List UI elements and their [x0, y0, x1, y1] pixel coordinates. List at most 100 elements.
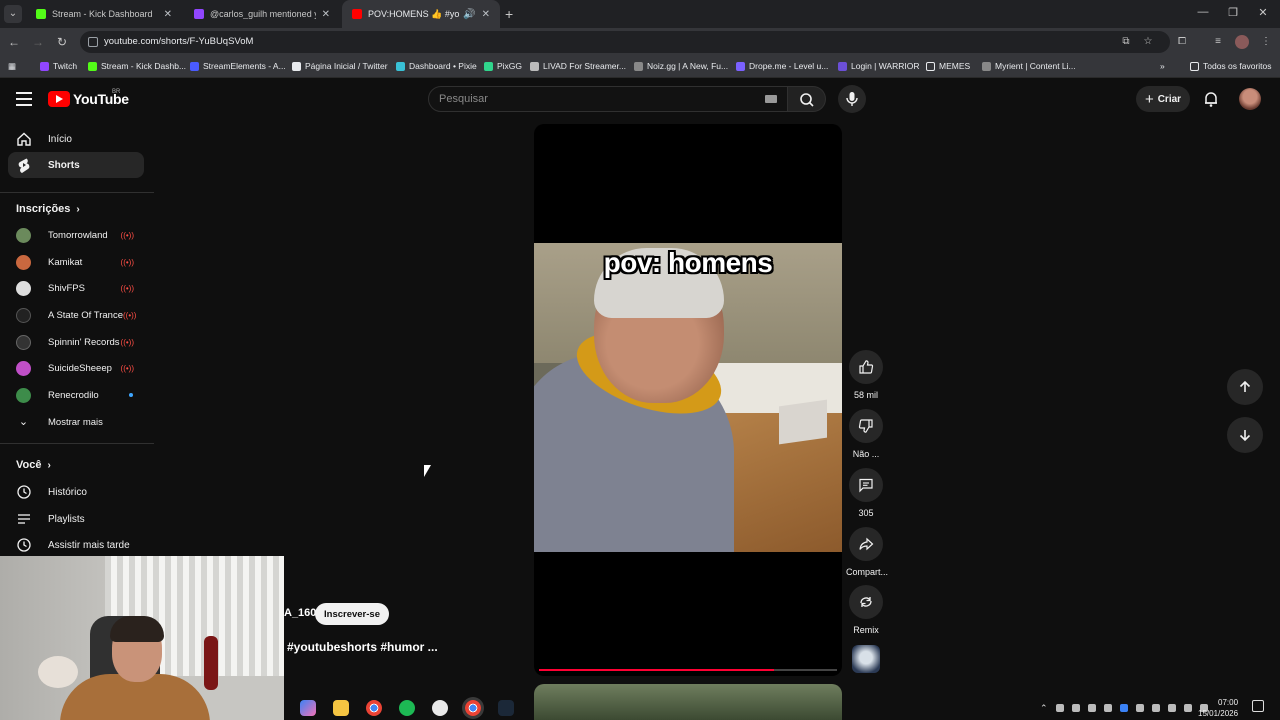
video-progress-bar[interactable]	[539, 669, 837, 671]
sidebar-divider	[0, 443, 154, 444]
minimize-button[interactable]: —	[1196, 6, 1210, 18]
bookmark-twitter[interactable]: Página Inicial / Twitter	[292, 61, 388, 71]
close-tab-icon[interactable]: ✕	[322, 9, 330, 20]
account-avatar[interactable]	[1239, 88, 1261, 110]
bookmark-drope[interactable]: Drope.me - Level u...	[736, 61, 828, 71]
microphone-icon	[846, 92, 858, 106]
bookmark-livad[interactable]: LIVAD For Streamer...	[530, 61, 626, 71]
bookmark-twitch[interactable]: Twitch	[40, 61, 77, 71]
audio-playing-icon[interactable]: 🔊	[463, 9, 475, 20]
next-short-button[interactable]	[1227, 417, 1263, 453]
system-clock[interactable]: 07:00 15/01/2026	[1198, 697, 1238, 719]
bookmark-noiz[interactable]: Noiz.gg | A New, Fu...	[634, 61, 728, 71]
sidebar-item-history[interactable]: Histórico	[8, 479, 144, 505]
wifi-icon[interactable]	[1183, 704, 1192, 712]
reload-button[interactable]: ↻	[54, 34, 70, 50]
previous-short-button[interactable]	[1227, 369, 1263, 405]
search-button[interactable]	[788, 86, 826, 112]
reading-list-icon[interactable]: ≡	[1211, 35, 1225, 49]
bookmark-pixie[interactable]: Dashboard • Pixie	[396, 61, 477, 71]
bookmark-warrior[interactable]: Login | WARRIOR	[838, 61, 920, 71]
tray-icon[interactable]	[1071, 704, 1080, 712]
subscription-item[interactable]: SuicideSheeep ((•))	[8, 356, 144, 380]
comments-button[interactable]: 305	[846, 468, 886, 518]
dislike-button[interactable]: Não ...	[846, 409, 886, 459]
subscribe-button[interactable]: Inscrever-se	[315, 603, 389, 625]
subscription-item[interactable]: ShivFPS ((•))	[8, 276, 144, 300]
profile-avatar-icon[interactable]	[1235, 35, 1249, 49]
close-tab-icon[interactable]: ✕	[164, 9, 172, 20]
copilot-icon[interactable]	[300, 700, 316, 716]
sidebar-item-playlists[interactable]: Playlists	[8, 506, 144, 532]
keyboard-icon[interactable]	[765, 95, 777, 103]
restore-button[interactable]: ❐	[1226, 6, 1240, 19]
site-info-icon[interactable]	[88, 37, 98, 47]
back-button[interactable]: ←	[6, 34, 22, 50]
spotify-icon[interactable]	[399, 700, 415, 716]
create-button[interactable]: + Criar	[1136, 86, 1190, 112]
subscriptions-heading[interactable]: Inscrições ›	[16, 203, 80, 215]
file-explorer-icon[interactable]	[333, 700, 349, 716]
bookmark-streamelements[interactable]: StreamElements - A...	[190, 61, 286, 71]
notification-center-icon[interactable]	[1252, 700, 1264, 712]
short-title[interactable]: #youtubeshorts #humor ...	[287, 640, 438, 654]
tray-icon[interactable]	[1055, 704, 1064, 712]
chrome-icon[interactable]	[366, 700, 382, 716]
tray-icon[interactable]	[1167, 704, 1176, 712]
all-bookmarks-folder[interactable]: Todos os favoritos	[1190, 61, 1272, 71]
steam-icon[interactable]	[498, 700, 514, 716]
tray-chevron-up-icon[interactable]: ⌃	[1040, 703, 1048, 714]
channel-handle[interactable]: A_160	[284, 607, 316, 619]
install-app-icon[interactable]: ⧉	[1119, 35, 1133, 49]
next-short-preview[interactable]	[534, 684, 842, 720]
tray-icon[interactable]	[1151, 704, 1160, 712]
bookmark-memes-folder[interactable]: MEMES	[926, 61, 970, 71]
short-video-player[interactable]: pov: homens	[534, 124, 842, 676]
bookmark-kick[interactable]: Stream - Kick Dashb...	[88, 61, 186, 71]
show-more-button[interactable]: ⌄ Mostrar mais	[8, 410, 144, 434]
remix-button[interactable]: Remix	[846, 585, 886, 635]
subscription-item[interactable]: Renecrodilo	[8, 383, 144, 407]
sidebar-item-home[interactable]: Início	[8, 126, 144, 152]
channel-name: A State Of Trance	[48, 309, 123, 321]
search-input[interactable]: Pesquisar	[428, 86, 788, 112]
more-bookmarks-chevron-icon[interactable]: »	[1160, 61, 1165, 71]
tab-search-button[interactable]: ⌄	[4, 5, 22, 23]
subscription-item[interactable]: Tomorrowland ((•))	[8, 223, 144, 247]
tray-icon[interactable]	[1103, 704, 1112, 712]
tray-icon[interactable]	[1087, 704, 1096, 712]
sidebar-item-watch-later[interactable]: Assistir mais tarde	[8, 532, 144, 558]
bookmark-star-icon[interactable]: ☆	[1141, 35, 1155, 49]
close-tab-icon[interactable]: ✕	[482, 9, 490, 20]
voice-search-button[interactable]	[838, 85, 866, 113]
video-progress-fill	[539, 669, 775, 671]
more-menu-icon[interactable]: ⋮	[1259, 35, 1273, 49]
bluetooth-icon[interactable]	[1119, 704, 1128, 712]
bookmark-myrient[interactable]: Myrient | Content Li...	[982, 61, 1076, 71]
browser-tab-youtube[interactable]: POV:HOMENS 👍 #youtube 🔊 ✕	[342, 0, 500, 28]
obs-icon[interactable]	[432, 700, 448, 716]
tray-icon[interactable]	[1135, 704, 1144, 712]
subscription-item[interactable]: Kamikat ((•))	[8, 250, 144, 274]
like-button[interactable]: 58 mil	[846, 350, 886, 400]
bookmark-pixgg[interactable]: PixGG	[484, 61, 522, 71]
youtube-logo[interactable]: YouTube BR	[48, 89, 129, 107]
close-window-button[interactable]: ✕	[1256, 6, 1270, 19]
shorts-icon	[16, 157, 32, 173]
subscription-item[interactable]: A State Of Trance ((•))	[8, 303, 144, 327]
apps-grid-icon[interactable]: ▦	[8, 61, 16, 72]
you-heading[interactable]: Você ›	[16, 459, 51, 471]
notifications-bell-icon[interactable]	[1202, 90, 1220, 108]
extensions-icon[interactable]: ⧠	[1175, 35, 1189, 49]
forward-button[interactable]: →	[30, 34, 46, 50]
sidebar-item-shorts[interactable]: Shorts	[8, 152, 144, 178]
new-tab-button[interactable]: +	[505, 5, 519, 23]
share-button[interactable]: Compart...	[846, 527, 888, 577]
chrome-active-icon[interactable]	[465, 700, 481, 716]
browser-tab-kick[interactable]: Stream - Kick Dashboard ✕	[26, 0, 182, 28]
subscription-item[interactable]: Spinnin' Records ((•))	[8, 330, 144, 354]
address-bar[interactable]: youtube.com/shorts/F-YuBUqSVoM	[80, 31, 1170, 53]
menu-icon[interactable]	[16, 92, 32, 106]
sound-thumbnail[interactable]	[852, 645, 880, 673]
browser-tab-twitch[interactable]: @carlos_guilh mentioned y ✕	[184, 0, 340, 28]
